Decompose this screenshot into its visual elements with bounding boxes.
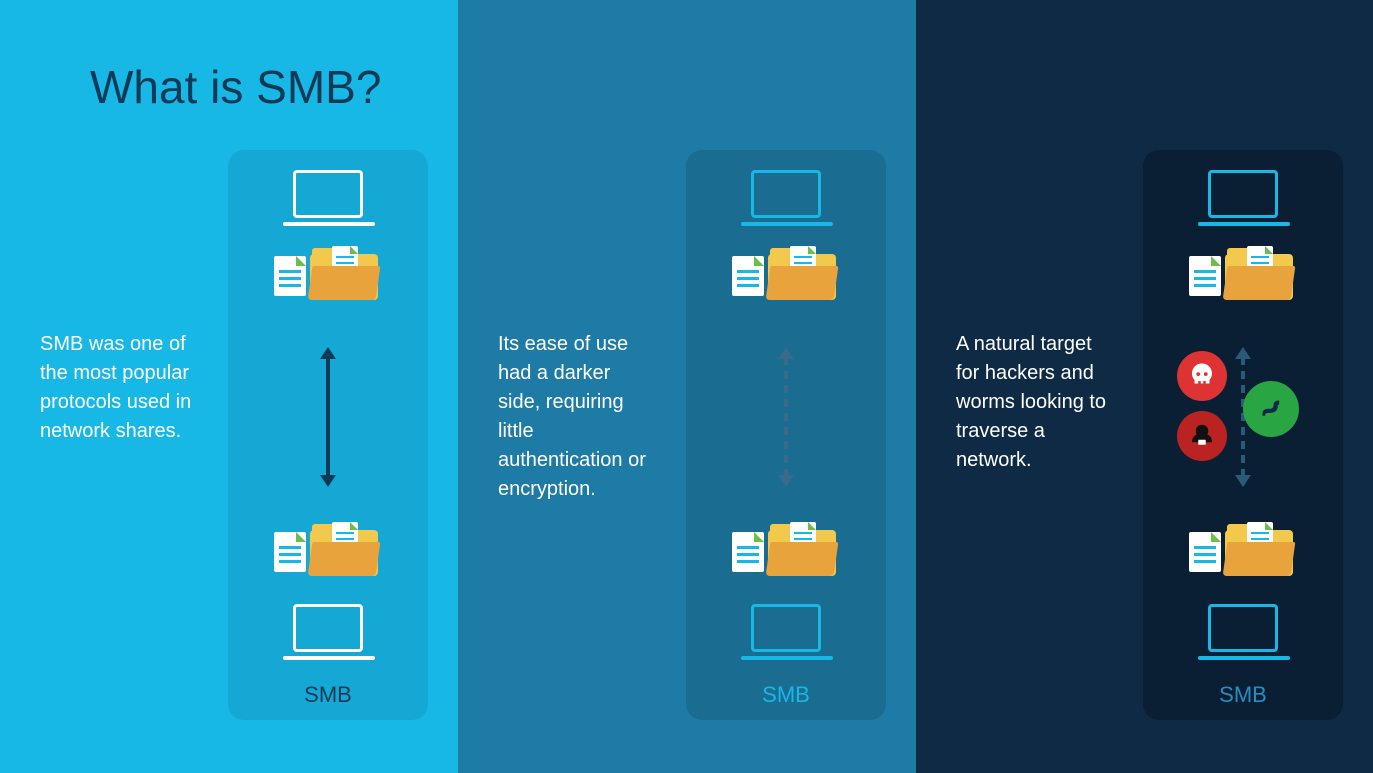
laptop-icon (1198, 170, 1288, 230)
panel-2-card: SMB (686, 150, 886, 720)
panel-3-hacker-target: A natural target for hackers and worms l… (916, 0, 1373, 773)
files-folder-icon (268, 244, 388, 314)
hacker-icon (1177, 411, 1227, 461)
panel-3-text: A natural target for hackers and worms l… (956, 330, 1116, 475)
skull-icon (1177, 351, 1227, 401)
laptop-icon (283, 604, 373, 664)
panel-2-text: Its ease of use had a darker side, requi… (498, 330, 658, 504)
bidirectional-arrow-dashed-icon (686, 320, 886, 514)
laptop-icon (741, 170, 831, 230)
card-label: SMB (304, 682, 352, 708)
bidirectional-arrow-dashed-icon (1143, 320, 1343, 514)
worm-icon (1243, 381, 1299, 437)
files-folder-icon (726, 244, 846, 314)
laptop-icon (1198, 604, 1288, 664)
card-label: SMB (762, 682, 810, 708)
panel-2-darker-side: Its ease of use had a darker side, requi… (458, 0, 916, 773)
page-title: What is SMB? (90, 60, 381, 114)
laptop-icon (283, 170, 373, 230)
files-folder-icon (1183, 520, 1303, 590)
laptop-icon (741, 604, 831, 664)
panel-1-popular-protocol: What is SMB? SMB was one of the most pop… (0, 0, 458, 773)
bidirectional-arrow-icon (228, 320, 428, 514)
panel-3-card: SMB (1143, 150, 1343, 720)
files-folder-icon (268, 520, 388, 590)
panel-1-text: SMB was one of the most popular protocol… (40, 330, 200, 446)
panel-1-card: SMB (228, 150, 428, 720)
card-label: SMB (1219, 682, 1267, 708)
files-folder-icon (1183, 244, 1303, 314)
files-folder-icon (726, 520, 846, 590)
